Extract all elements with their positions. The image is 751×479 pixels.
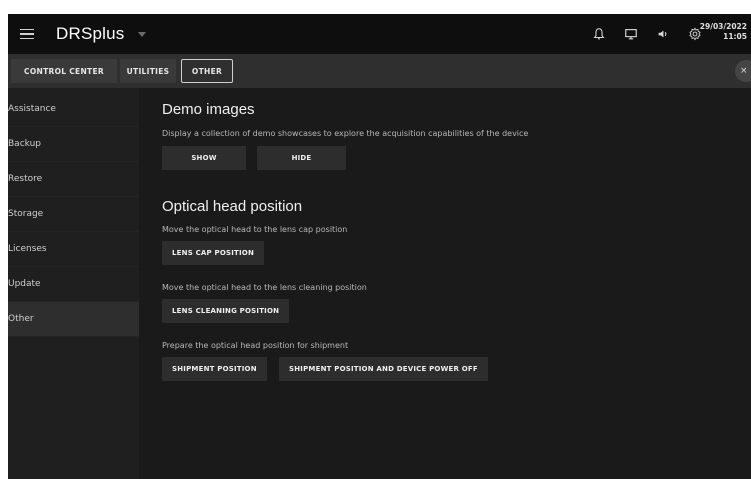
- tab-other[interactable]: OTHER: [181, 59, 233, 83]
- close-icon[interactable]: ×: [735, 60, 751, 82]
- demo-images-description: Display a collection of demo showcases t…: [162, 129, 529, 138]
- shipment-poweroff-button[interactable]: SHIPMENT POSITION AND DEVICE POWER OFF: [279, 357, 488, 381]
- lens-cap-position-button[interactable]: LENS CAP POSITION: [162, 241, 265, 265]
- app-window: DRSplus 29/03/2022 11:05 CONTROL CENTER …: [8, 14, 751, 479]
- top-bar: DRSplus 29/03/2022 11:05: [8, 14, 751, 54]
- show-button[interactable]: SHOW: [162, 146, 246, 170]
- sidebar-item-update[interactable]: Update: [8, 267, 139, 302]
- hide-button[interactable]: HIDE: [257, 146, 346, 170]
- lens-cleaning-position-button[interactable]: LENS CLEANING POSITION: [162, 299, 290, 323]
- date-text: 29/03/2022: [699, 22, 747, 31]
- lens-cap-description: Move the optical head to the lens cap po…: [162, 225, 348, 234]
- lens-cleaning-description: Move the optical head to the lens cleani…: [162, 283, 367, 292]
- shipment-position-button[interactable]: SHIPMENT POSITION: [162, 357, 267, 381]
- main-content: Demo images Display a collection of demo…: [139, 88, 751, 479]
- bell-icon[interactable]: [591, 26, 607, 42]
- shipment-description: Prepare the optical head position for sh…: [162, 341, 349, 350]
- demo-images-title: Demo images: [162, 101, 255, 118]
- header-icons: [575, 14, 703, 54]
- tab-utilities[interactable]: UTILITIES: [120, 59, 176, 83]
- sidebar-item-restore[interactable]: Restore: [8, 162, 139, 197]
- optical-head-title: Optical head position: [162, 198, 303, 215]
- sidebar: Assistance Backup Restore Storage Licens…: [8, 88, 139, 479]
- tab-control-center[interactable]: CONTROL CENTER: [11, 59, 117, 83]
- tab-bar: CONTROL CENTER UTILITIES OTHER ×: [8, 54, 751, 88]
- monitor-icon[interactable]: [623, 26, 639, 42]
- sidebar-item-storage[interactable]: Storage: [8, 197, 139, 232]
- datetime: 29/03/2022 11:05: [700, 22, 747, 42]
- sidebar-item-other[interactable]: Other: [8, 302, 139, 337]
- sidebar-item-assistance[interactable]: Assistance: [8, 92, 139, 127]
- speaker-icon[interactable]: [655, 26, 671, 42]
- caret-down-icon[interactable]: [138, 31, 147, 37]
- menu-icon[interactable]: [20, 28, 34, 40]
- sidebar-item-licenses[interactable]: Licenses: [8, 232, 139, 267]
- app-title: DRSplus: [56, 24, 125, 43]
- time-text: 11:05: [723, 32, 747, 41]
- sidebar-item-backup[interactable]: Backup: [8, 127, 139, 162]
